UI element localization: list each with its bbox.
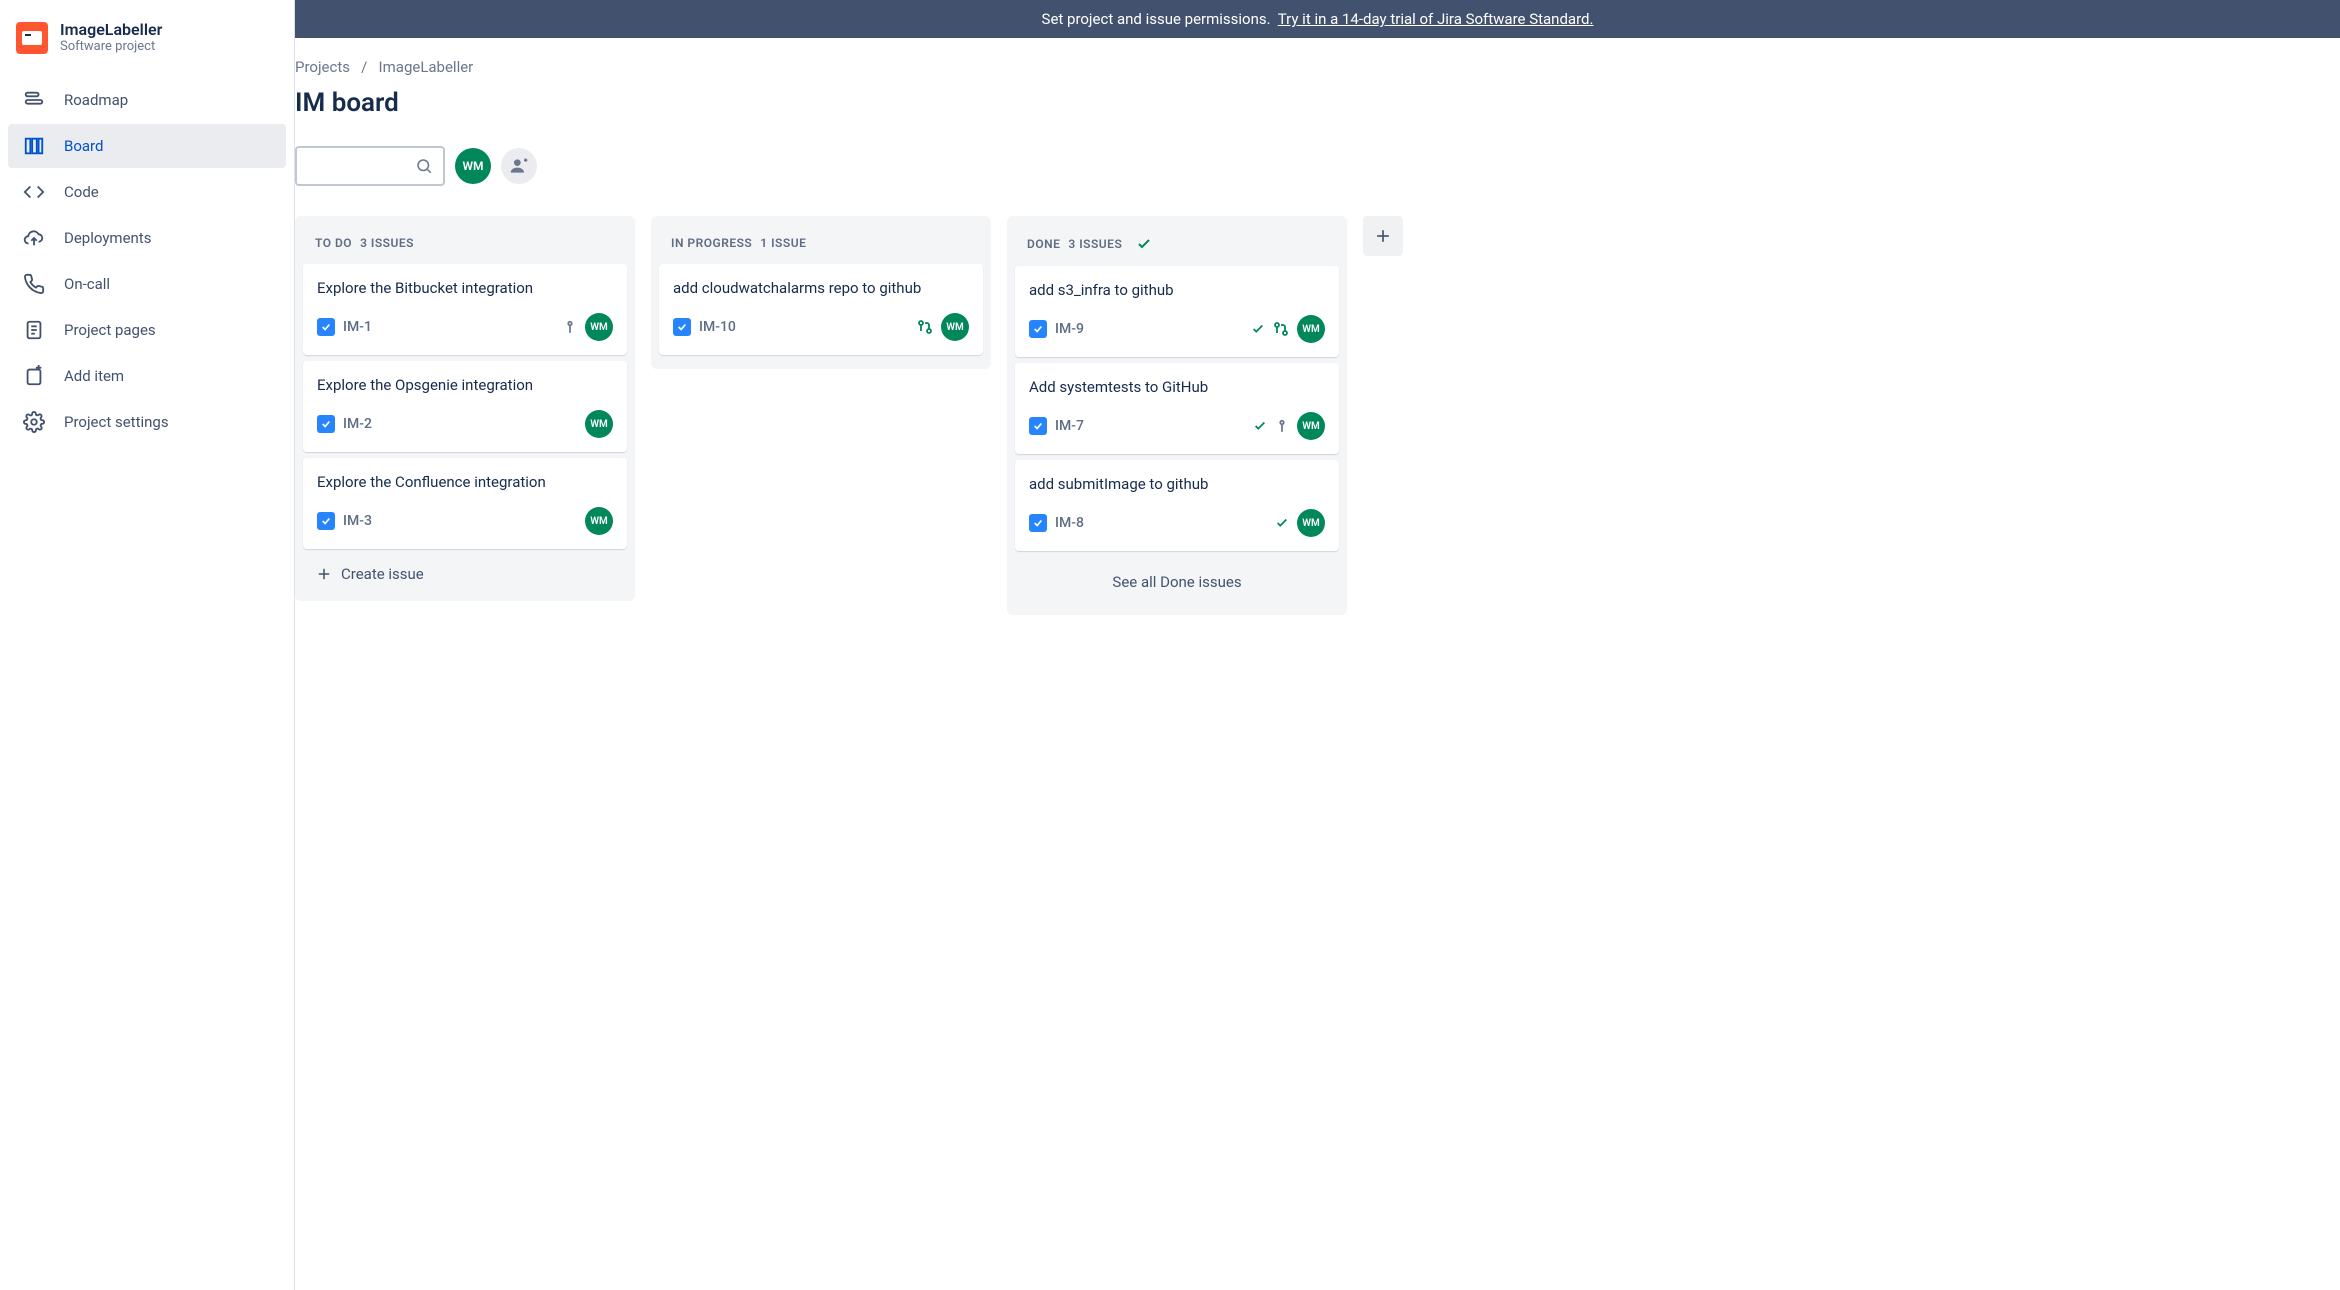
card-title: Explore the Opsgenie integration xyxy=(317,375,613,396)
sidebar-item-oncall[interactable]: On-call xyxy=(8,262,286,306)
task-icon xyxy=(317,415,335,433)
deployments-icon xyxy=(22,226,46,250)
task-icon xyxy=(1029,320,1047,338)
sidebar-label: Deployments xyxy=(64,229,151,247)
done-check-icon xyxy=(1251,322,1265,336)
sidebar-label: On-call xyxy=(64,275,110,293)
sidebar-label: Add item xyxy=(64,367,124,385)
column-todo: TO DO 3 ISSUES Explore the Bitbucket int… xyxy=(295,216,635,601)
sidebar-item-pages[interactable]: Project pages xyxy=(8,308,286,352)
assignee-avatar: WM xyxy=(585,313,613,341)
issue-key: IM-7 xyxy=(1055,418,1084,434)
done-check-icon xyxy=(1253,419,1267,433)
add-column-button[interactable] xyxy=(1363,216,1403,256)
task-icon xyxy=(317,512,335,530)
pull-request-icon xyxy=(1273,321,1289,337)
board-title: IM board xyxy=(295,88,2340,118)
see-all-done-link[interactable]: See all Done issues xyxy=(1015,557,1339,607)
assignee-avatar: WM xyxy=(1297,509,1325,537)
card-title: add submitImage to github xyxy=(1029,474,1325,495)
priority-icon xyxy=(563,320,577,334)
card-title: add s3_infra to github xyxy=(1029,280,1325,301)
pages-icon xyxy=(22,318,46,342)
project-header: ImageLabeller Software project xyxy=(8,20,286,78)
card-title: Explore the Confluence integration xyxy=(317,472,613,493)
plus-icon xyxy=(315,565,333,583)
issue-card[interactable]: Explore the Opsgenie integration IM-2 WM xyxy=(303,361,627,452)
sidebar: ImageLabeller Software project Roadmap B… xyxy=(0,0,295,1290)
sidebar-item-settings[interactable]: Project settings xyxy=(8,400,286,444)
issue-card[interactable]: Explore the Confluence integration IM-3 … xyxy=(303,458,627,549)
column-header-todo[interactable]: TO DO 3 ISSUES xyxy=(303,224,627,264)
banner-link[interactable]: Try it in a 14-day trial of Jira Softwar… xyxy=(1278,10,1594,28)
assignee-avatar: WM xyxy=(585,410,613,438)
assignee-avatar: WM xyxy=(585,507,613,535)
issue-card[interactable]: add s3_infra to github IM-9 WM xyxy=(1015,266,1339,357)
sidebar-label: Project settings xyxy=(64,413,169,431)
card-title: add cloudwatchalarms repo to github xyxy=(673,278,969,299)
column-header-inprogress[interactable]: IN PROGRESS 1 ISSUE xyxy=(659,224,983,264)
task-icon xyxy=(1029,514,1047,532)
breadcrumb: Projects / ImageLabeller xyxy=(295,58,2340,76)
column-done: DONE 3 ISSUES add s3_infra to github IM-… xyxy=(1007,216,1347,615)
card-title: Explore the Bitbucket integration xyxy=(317,278,613,299)
check-icon xyxy=(1136,236,1152,252)
issue-key: IM-3 xyxy=(343,513,372,529)
task-icon xyxy=(673,318,691,336)
task-icon xyxy=(1029,417,1047,435)
code-icon xyxy=(22,180,46,204)
project-name: ImageLabeller xyxy=(60,20,162,39)
issue-key: IM-8 xyxy=(1055,515,1084,531)
breadcrumb-root[interactable]: Projects xyxy=(295,58,350,76)
sidebar-label: Project pages xyxy=(64,321,156,339)
sidebar-item-board[interactable]: Board xyxy=(8,124,286,168)
project-icon xyxy=(16,22,48,54)
sidebar-item-roadmap[interactable]: Roadmap xyxy=(8,78,286,122)
issue-card[interactable]: Add systemtests to GitHub IM-7 WM xyxy=(1015,363,1339,454)
banner-text: Set project and issue permissions. xyxy=(1042,10,1271,28)
create-issue-button[interactable]: Create issue xyxy=(303,555,627,593)
issue-key: IM-2 xyxy=(343,416,372,432)
search-icon xyxy=(415,157,433,175)
sidebar-label: Code xyxy=(64,183,99,201)
sidebar-label: Roadmap xyxy=(64,91,128,109)
issue-card[interactable]: add submitImage to github IM-8 WM xyxy=(1015,460,1339,551)
search-input[interactable] xyxy=(295,146,445,186)
issue-key: IM-9 xyxy=(1055,321,1084,337)
main-content: Set project and issue permissions. Try i… xyxy=(295,0,2340,1290)
breadcrumb-current[interactable]: ImageLabeller xyxy=(379,58,474,76)
assignee-avatar: WM xyxy=(1297,412,1325,440)
issue-key: IM-10 xyxy=(699,319,736,335)
assignee-avatar: WM xyxy=(941,313,969,341)
board-icon xyxy=(22,134,46,158)
issue-key: IM-1 xyxy=(343,319,372,335)
board-toolbar: WM xyxy=(295,146,2340,186)
done-check-icon xyxy=(1275,516,1289,530)
task-icon xyxy=(317,318,335,336)
oncall-icon xyxy=(22,272,46,296)
column-inprogress: IN PROGRESS 1 ISSUE add cloudwatchalarms… xyxy=(651,216,991,369)
roadmap-icon xyxy=(22,88,46,112)
sidebar-label: Board xyxy=(64,137,103,155)
kanban-board: TO DO 3 ISSUES Explore the Bitbucket int… xyxy=(295,216,2340,615)
sidebar-item-code[interactable]: Code xyxy=(8,170,286,214)
upgrade-banner: Set project and issue permissions. Try i… xyxy=(295,0,2340,38)
issue-card[interactable]: Explore the Bitbucket integration IM-1 W… xyxy=(303,264,627,355)
priority-icon xyxy=(1275,419,1289,433)
sidebar-item-add[interactable]: Add item xyxy=(8,354,286,398)
issue-card[interactable]: add cloudwatchalarms repo to github IM-1… xyxy=(659,264,983,355)
column-header-done[interactable]: DONE 3 ISSUES xyxy=(1015,224,1339,266)
assignee-avatar: WM xyxy=(1297,315,1325,343)
card-title: Add systemtests to GitHub xyxy=(1029,377,1325,398)
add-item-icon xyxy=(22,364,46,388)
add-people-button[interactable] xyxy=(501,148,537,184)
user-avatar[interactable]: WM xyxy=(455,148,491,184)
project-subtitle: Software project xyxy=(60,39,162,54)
pull-request-icon xyxy=(917,319,933,335)
sidebar-item-deployments[interactable]: Deployments xyxy=(8,216,286,260)
gear-icon xyxy=(22,410,46,434)
